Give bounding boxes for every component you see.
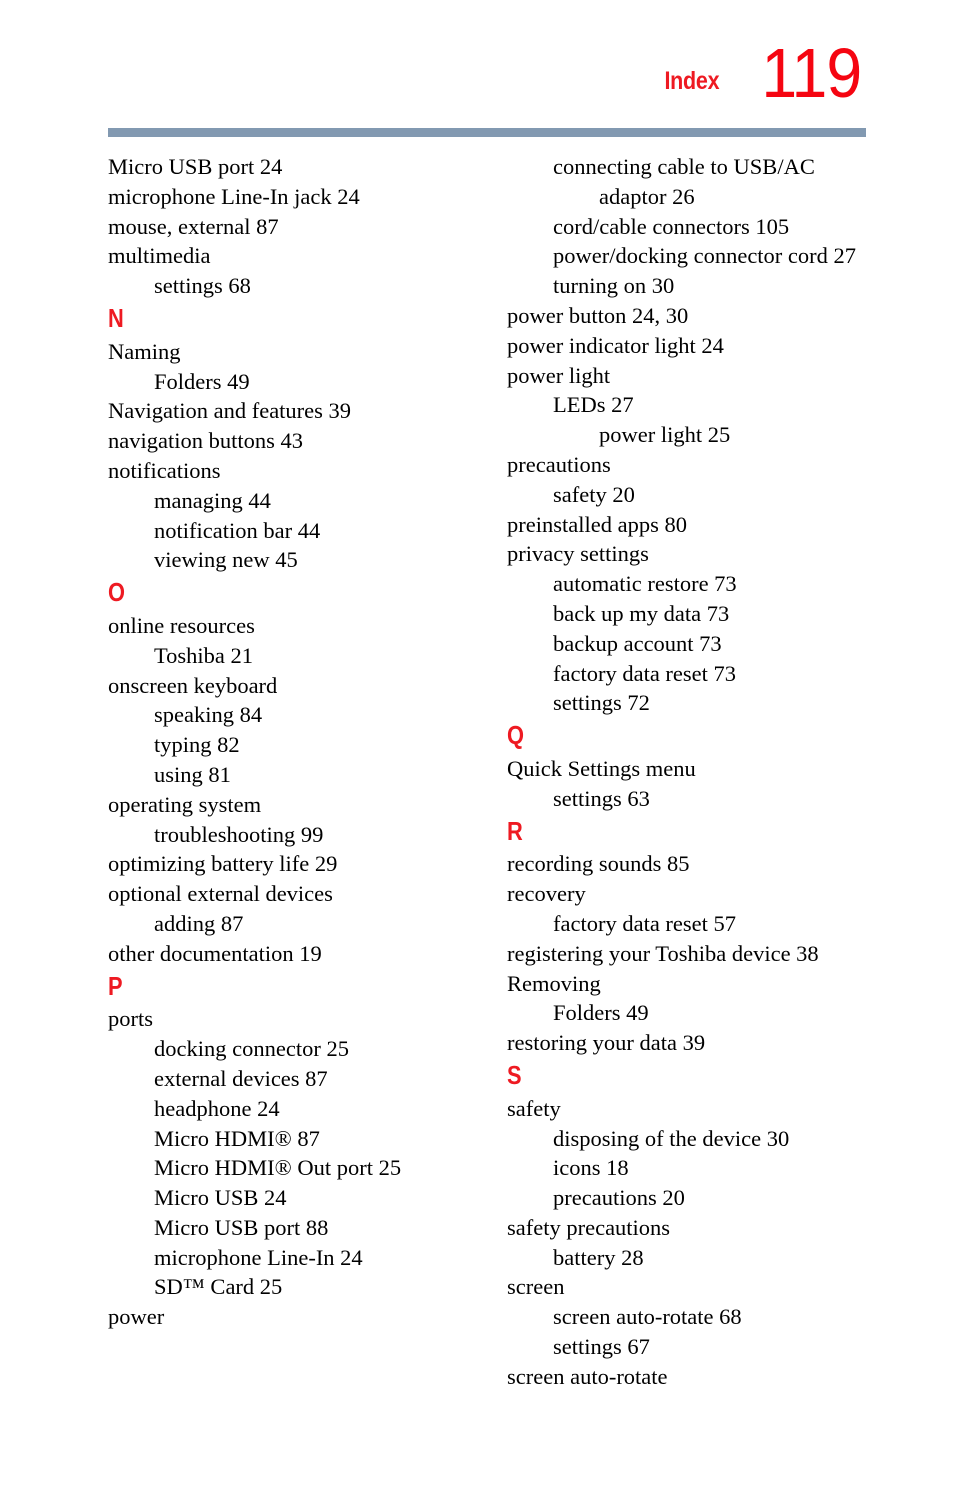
index-subentry: automatic restore 73 — [553, 571, 737, 597]
index-entry: other documentation 19 — [108, 940, 322, 966]
index-entry: navigation buttons 43 — [108, 428, 303, 454]
index-subentry: speaking 84 — [154, 702, 263, 728]
index-subentry: docking connector 25 — [154, 1036, 349, 1062]
index-subentry: typing 82 — [154, 732, 240, 758]
index-section-letter: O — [108, 577, 125, 608]
index-entry: recording sounds 85 — [507, 851, 690, 877]
index-subentry: backup account 73 — [553, 630, 722, 656]
index-subentry: battery 28 — [553, 1244, 644, 1270]
index-entry: Naming — [108, 338, 181, 364]
index-entry: Quick Settings menu — [507, 755, 696, 781]
index-subentry: screen auto-rotate 68 — [553, 1304, 742, 1330]
index-section-letter: P — [108, 970, 123, 1001]
index-entry: registering your Toshiba device 38 — [507, 940, 819, 966]
index-subentry: power light 25 — [599, 422, 731, 448]
index-subentry: SD™ Card 25 — [154, 1274, 283, 1300]
index-subentry: factory data reset 57 — [553, 910, 737, 936]
index-subentry: precautions 20 — [553, 1185, 685, 1211]
index-section-letter: N — [108, 302, 124, 333]
index-entry: power — [108, 1304, 165, 1330]
index-subentry: external devices 87 — [154, 1065, 328, 1091]
header-divider-rule — [108, 128, 866, 137]
index-entry: privacy settings — [507, 541, 649, 567]
index-entry: precautions — [507, 451, 611, 477]
index-entry: screen — [507, 1274, 565, 1300]
index-subentry: headphone 24 — [154, 1095, 280, 1121]
index-entry: restoring your data 39 — [507, 1030, 706, 1056]
index-subentry: settings 68 — [154, 273, 251, 299]
header-inner: Index 119 — [660, 38, 866, 108]
index-entry: optimizing battery life 29 — [108, 851, 338, 877]
index-section-letter: S — [507, 1059, 522, 1090]
index-columns: Micro USB port 24 microphone Line-In jack… — [0, 152, 954, 1392]
index-subentry: Micro HDMI® Out port 25 — [154, 1155, 402, 1181]
index-entry: preinstalled apps 80 — [507, 511, 687, 537]
index-subentry: Toshiba 21 — [154, 642, 254, 668]
index-subentry: safety 20 — [553, 481, 635, 507]
index-subentry: LEDs 27 — [553, 392, 634, 418]
index-subentry: factory data reset 73 — [553, 660, 737, 686]
index-entry: online resources — [108, 612, 255, 638]
index-subentry: disposing of the device 30 — [553, 1125, 790, 1151]
index-entry: operating system — [108, 791, 262, 817]
page-header: Index 119 — [0, 0, 954, 120]
index-entry: Micro USB port 24 — [108, 154, 283, 179]
index-subentry: Micro USB 24 — [154, 1185, 287, 1211]
index-subentry: managing 44 — [154, 487, 271, 513]
index-subentry: using 81 — [154, 761, 231, 787]
index-section-label: Index — [664, 67, 719, 95]
index-subentry: turning on 30 — [553, 273, 675, 299]
index-entry: power button 24, 30 — [507, 302, 689, 328]
page-number: 119 — [761, 34, 863, 112]
index-section-letter: R — [507, 815, 523, 846]
index-entry: power light — [507, 362, 611, 388]
index-subentry: viewing new 45 — [154, 547, 298, 573]
index-subentry: power/docking connector cord 27 — [553, 243, 857, 269]
index-column-right: connecting cable to USB/AC adaptor 26 cord… — [507, 152, 906, 1392]
index-entry: recovery — [507, 881, 586, 907]
index-subentry: Folders 49 — [154, 368, 250, 394]
index-subentry: settings 63 — [553, 785, 650, 811]
index-subentry: icons 18 — [553, 1155, 629, 1181]
index-entry: ports — [108, 1006, 153, 1032]
index-entry: power indicator light 24 — [507, 332, 724, 358]
index-section-letter: Q — [507, 720, 524, 751]
index-column-left: Micro USB port 24 microphone Line-In jack… — [108, 152, 507, 1392]
index-entry: onscreen keyboard — [108, 672, 278, 698]
index-subentry: Micro USB port 88 — [154, 1214, 329, 1240]
index-entry: screen auto-rotate — [507, 1363, 668, 1389]
index-entry: safety — [507, 1095, 561, 1121]
index-entry: multimedia — [108, 243, 211, 269]
index-subentry: adding 87 — [154, 910, 244, 936]
index-entry: notifications — [108, 457, 221, 483]
index-subentry: connecting cable to USB/AC — [553, 154, 815, 179]
index-entry: microphone Line-In jack 24 — [108, 183, 360, 209]
index-subentry: Folders 49 — [553, 1000, 649, 1026]
index-entry: Navigation and features 39 — [108, 398, 352, 424]
index-subentry: back up my data 73 — [553, 600, 730, 626]
index-entry: safety precautions — [507, 1214, 671, 1240]
index-subentry: adaptor 26 — [599, 183, 695, 209]
index-subentry: settings 72 — [553, 690, 650, 716]
index-subentry: cord/cable connectors 105 — [553, 213, 790, 239]
index-subentry: microphone Line-In 24 — [154, 1244, 363, 1270]
index-subentry: settings 67 — [553, 1334, 650, 1360]
index-subentry: Micro HDMI® 87 — [154, 1125, 320, 1151]
index-entry: optional external devices — [108, 881, 333, 907]
index-subentry: notification bar 44 — [154, 517, 321, 543]
index-entry: Removing — [507, 970, 601, 996]
index-entry: mouse, external 87 — [108, 213, 279, 239]
index-subentry: troubleshooting 99 — [154, 821, 324, 847]
